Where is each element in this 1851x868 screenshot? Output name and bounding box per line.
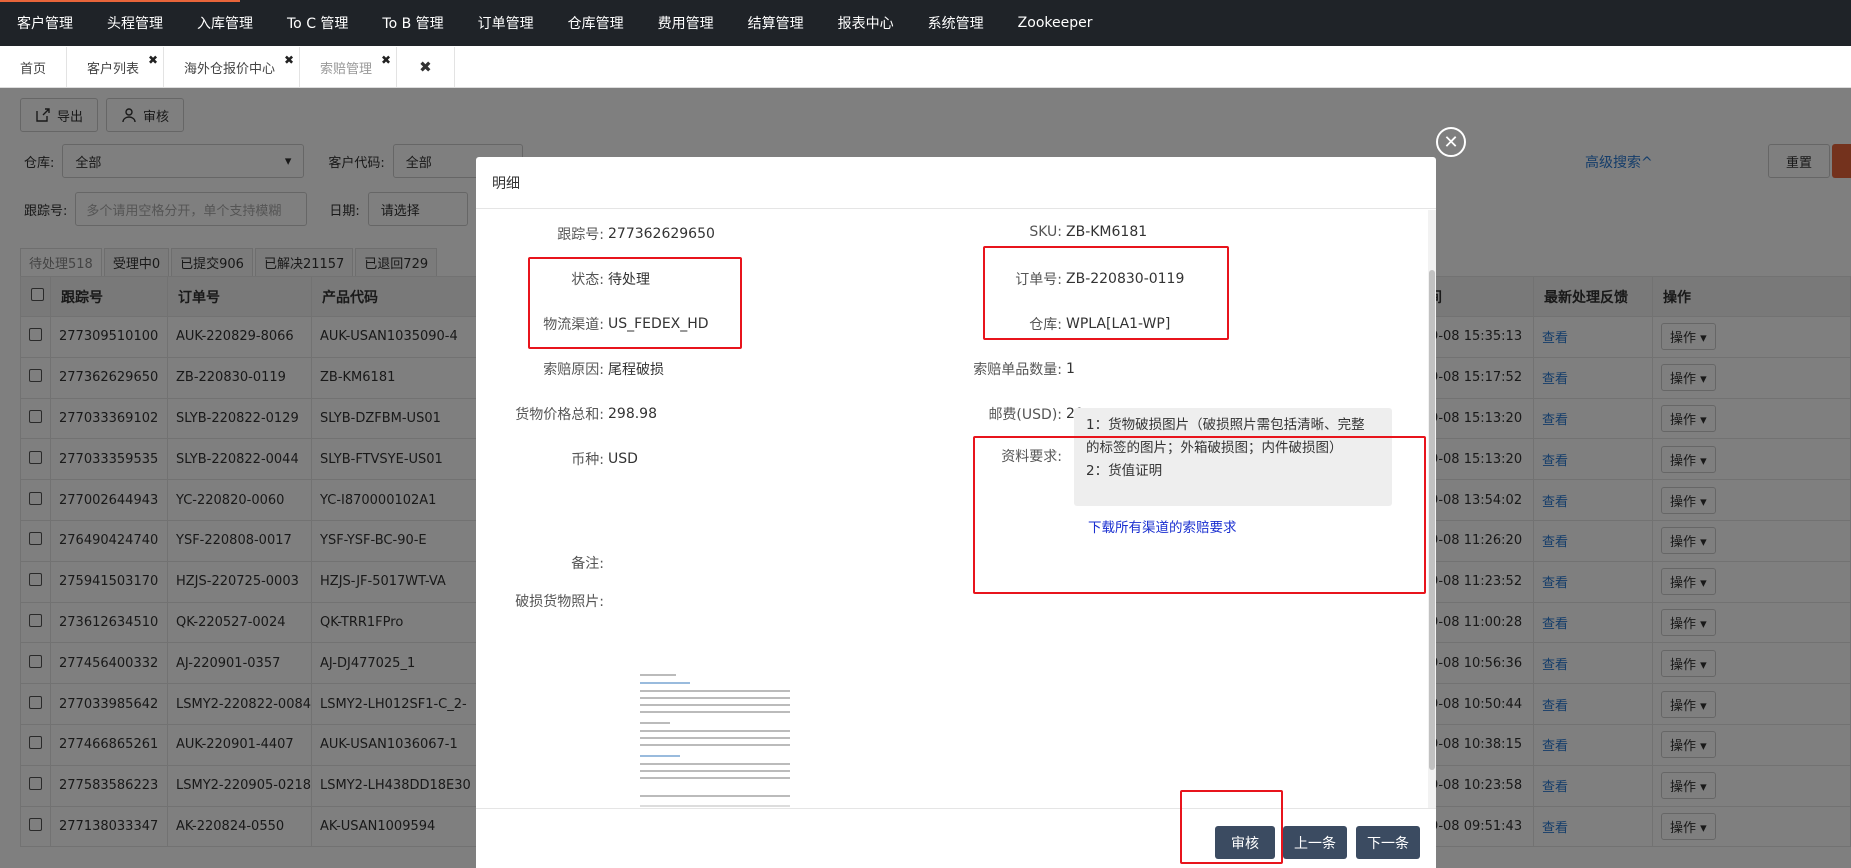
tab-claims[interactable]: 索赔管理 ✖ [300, 47, 398, 87]
damage-photo-thumbnail[interactable] [634, 670, 802, 808]
download-requirements-link[interactable]: 下载所有渠道的索赔要求 [1088, 516, 1237, 536]
previous-button[interactable]: 上一条 [1283, 826, 1347, 859]
field-value: ZB-220830-0119 [1066, 271, 1185, 287]
tab-customer-list[interactable]: 客户列表 ✖ [67, 47, 165, 87]
field-label: 索赔单品数量: [973, 362, 1062, 378]
tab-label: 海外仓报价中心 [184, 61, 276, 77]
field-remark: 备注: [476, 553, 604, 573]
field-order-no: 订单号: ZB-220830-0119 [942, 269, 1184, 289]
requirement-box: 1：货物破损图片（破损照片需包括清晰、完整 的标签的图片；外箱破损图；内件破损图… [1074, 408, 1392, 506]
field-value: USD [608, 451, 638, 467]
field-label: SKU: [1029, 224, 1062, 240]
field-label: 货物价格总和: [515, 407, 604, 423]
detail-modal: 明细 跟踪号: 277362629650 状态: 待处理 物流渠道: US_FEDEX… [476, 157, 1436, 868]
close-all-tabs-button[interactable]: ✖ [397, 47, 455, 87]
field-claim-qty: 索赔单品数量: 1 [942, 359, 1075, 379]
field-label: 状态: [571, 272, 604, 288]
modal-body: 跟踪号: 277362629650 状态: 待处理 物流渠道: US_FEDEX_HD… [476, 210, 1428, 808]
field-channel: 物流渠道: US_FEDEX_HD [476, 314, 709, 334]
field-claim-reason: 索赔原因: 尾程破损 [476, 359, 664, 379]
field-requirement: 资料要求: [942, 446, 1062, 466]
modal-title: 明细 [476, 157, 1436, 209]
next-button[interactable]: 下一条 [1356, 826, 1420, 859]
field-label: 物流渠道: [543, 317, 604, 333]
field-label: 币种: [571, 452, 604, 468]
nav-item-toc[interactable]: To C 管理 [270, 0, 365, 46]
field-label: 邮费(USD): [988, 407, 1062, 423]
field-goods-total: 货物价格总和: 298.98 [476, 404, 657, 424]
field-label: 索赔原因: [543, 362, 604, 378]
requirement-line: 1：货物破损图片（破损照片需包括清晰、完整 [1086, 417, 1365, 433]
close-icon: ✕ [1443, 131, 1459, 153]
tab-label: 客户列表 [87, 61, 140, 77]
requirement-line: 2：货值证明 [1086, 463, 1163, 479]
field-value: US_FEDEX_HD [608, 316, 709, 332]
tab-overseas-quote[interactable]: 海外仓报价中心 ✖ [164, 47, 301, 87]
nav-item-zookeeper[interactable]: Zookeeper [1001, 0, 1110, 46]
close-icon[interactable]: ✖ [381, 53, 391, 67]
close-icon[interactable]: ✖ [284, 53, 294, 67]
nav-item-fees[interactable]: 费用管理 [641, 0, 731, 46]
nav-accent-bar [0, 0, 240, 2]
nav-item-inbound[interactable]: 入库管理 [180, 0, 270, 46]
field-label: 订单号: [1015, 272, 1062, 288]
close-icon[interactable]: ✖ [148, 53, 158, 67]
field-value: 待处理 [608, 272, 650, 288]
field-value: 尾程破损 [608, 362, 664, 378]
tab-home[interactable]: 首页 [0, 47, 68, 87]
field-label: 备注: [571, 556, 604, 572]
field-warehouse: 仓库: WPLA[LA1-WP] [942, 314, 1170, 334]
nav-item-reports[interactable]: 报表中心 [821, 0, 911, 46]
field-value: 1 [1066, 361, 1075, 377]
nav-item-settlement[interactable]: 结算管理 [731, 0, 821, 46]
field-label: 资料要求: [1001, 449, 1062, 465]
field-label: 破损货物照片: [515, 594, 604, 610]
field-value: 298.98 [608, 406, 657, 422]
field-sku: SKU: ZB-KM6181 [942, 224, 1147, 240]
field-value: WPLA[LA1-WP] [1066, 316, 1171, 332]
scroll-thumb[interactable] [1429, 270, 1435, 770]
nav-item-system[interactable]: 系统管理 [911, 0, 1001, 46]
field-label: 跟踪号: [557, 227, 604, 243]
nav-item-orders[interactable]: 订单管理 [461, 0, 551, 46]
field-label: 仓库: [1029, 317, 1062, 333]
field-tracking: 跟踪号: 277362629650 [476, 224, 715, 244]
nav-item-customer[interactable]: 客户管理 [0, 0, 90, 46]
field-value: 277362629650 [608, 226, 715, 242]
top-nav: 客户管理 头程管理 入库管理 To C 管理 To B 管理 订单管理 仓库管理… [0, 0, 1851, 46]
tab-label: 索赔管理 [320, 61, 373, 77]
modal-scrollbar[interactable] [1428, 210, 1436, 808]
requirement-line: 的标签的图片；外箱破损图；内件破损图） [1086, 440, 1343, 456]
nav-item-first-leg[interactable]: 头程管理 [90, 0, 180, 46]
nav-item-tob[interactable]: To B 管理 [365, 0, 460, 46]
page-tabs: 首页 客户列表 ✖ 海外仓报价中心 ✖ 索赔管理 ✖ ✖ [0, 46, 1851, 88]
field-damage-photo: 破损货物照片: [476, 591, 604, 611]
field-currency: 币种: USD [476, 449, 638, 469]
modal-close-button[interactable]: ✕ [1436, 127, 1466, 157]
tab-label: 首页 [20, 61, 47, 77]
audit-button[interactable]: 审核 [1215, 826, 1275, 859]
nav-item-warehouse[interactable]: 仓库管理 [551, 0, 641, 46]
field-value: ZB-KM6181 [1066, 224, 1148, 240]
field-postage: 邮费(USD):20 [942, 404, 1083, 424]
field-status: 状态: 待处理 [476, 269, 650, 289]
